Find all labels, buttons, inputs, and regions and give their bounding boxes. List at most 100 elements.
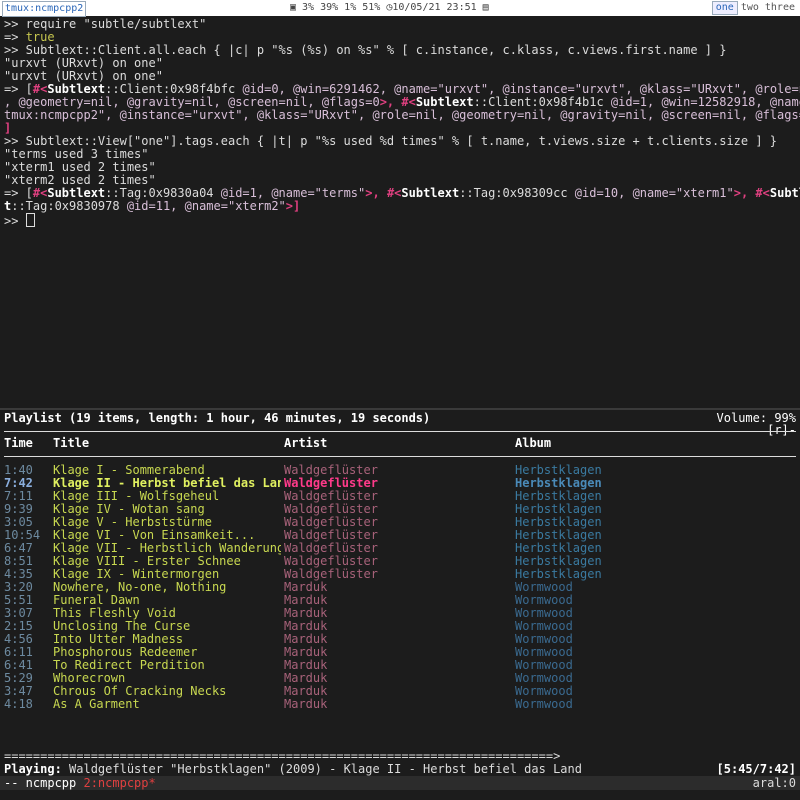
playlist-row[interactable]: 2:15 Unclosing The Curse Marduk Wormwood [0, 620, 800, 633]
playlist-row[interactable]: 9:39 Klage IV - Wotan sang Waldgeflüster He… [0, 503, 800, 516]
playlist-row[interactable]: 10:54 Klage VI - Von Einsamkeit... Waldgef… [0, 529, 800, 542]
track-artist: Waldgeflüster [284, 516, 378, 529]
track-artist: Waldgeflüster [284, 503, 378, 516]
view-one[interactable]: one [711, 1, 738, 15]
track-title: Klage VI - Von Einsamkeit... [53, 529, 256, 542]
track-title: Klage II - Herbst befiel das Lan [53, 477, 281, 490]
track-time: 3:05 [4, 516, 33, 529]
column-header-title[interactable]: Title [53, 437, 89, 450]
terminal-line: "urxvt (URxvt) on one" [4, 69, 163, 83]
playlist-row[interactable]: 8:51 Klage VIII - Erster Schnee Waldgeflüs… [0, 555, 800, 568]
terminal-token: #< [401, 95, 416, 109]
playlist-row[interactable]: 6:11 Phosphorous Redeemer Marduk Wormwood [0, 646, 800, 659]
terminal-token: >, [733, 186, 756, 200]
now-playing-text: Waldgeflüster "Herbstklagen" (2009) - Kl… [69, 762, 582, 776]
track-album: Wormwood [515, 698, 573, 711]
tmux-window-2[interactable]: 2:ncmpcpp* [83, 776, 155, 790]
playlist-row-playing[interactable]: 7:42 Klage II - Herbst befiel das Lan Wald… [0, 477, 800, 490]
column-header-album[interactable]: Album [515, 437, 551, 450]
track-time: 3:47 [4, 685, 33, 698]
terminal-value: true [25, 30, 55, 44]
playlist-row[interactable]: 5:51 Funeral Dawn Marduk Wormwood [0, 594, 800, 607]
track-artist: Waldgeflüster [284, 529, 378, 542]
playlist-row[interactable]: 3:05 Klage V - Herbststürme Waldgeflüster H… [0, 516, 800, 529]
terminal-token: @id=1, @win=12582918, @name=" [610, 95, 800, 109]
terminal-token: #< [32, 82, 48, 96]
track-album: Wormwood [515, 659, 573, 672]
track-album: Herbstklagen [515, 464, 602, 477]
playlist-row[interactable]: 4:35 Klage IX - Wintermorgen Waldgeflüster… [0, 568, 800, 581]
column-header-artist[interactable]: Artist [284, 437, 327, 450]
track-artist: Marduk [284, 633, 328, 646]
track-album: Herbstklagen [515, 555, 602, 568]
track-title: Klage V - Herbststürme [53, 516, 212, 529]
track-artist: Marduk [284, 685, 328, 698]
terminal-token: Subtlext [415, 95, 474, 109]
playlist-row[interactable]: 3:20 Nowhere, No-one, Nothing Marduk Wormwo… [0, 581, 800, 594]
track-time: 4:56 [4, 633, 33, 646]
track-title: Phosphorous Redeemer [53, 646, 198, 659]
terminal-token: >, [365, 186, 387, 200]
tmux-window-1[interactable]: -- ncmpcpp [4, 776, 76, 790]
track-artist: Marduk [284, 594, 328, 607]
track-title: Nowhere, No-one, Nothing [53, 581, 227, 594]
columns-separator [4, 456, 796, 457]
terminal-token: ::Client:0x98f4b1c [473, 95, 611, 109]
ncmpcpp-pane[interactable]: Playlist (19 items, length: 1 hour, 46 m… [0, 410, 800, 800]
track-title: Klage VIII - Erster Schnee [53, 555, 241, 568]
track-artist: Marduk [284, 659, 328, 672]
playlist-row[interactable]: 4:18 As A Garment Marduk Wormwood [0, 698, 800, 711]
track-artist: Marduk [284, 581, 328, 594]
playlist-row[interactable]: 4:56 Into Utter Madness Marduk Wormwood [0, 633, 800, 646]
view-three[interactable]: three [762, 0, 798, 16]
playlist-row[interactable]: 3:07 This Fleshly Void Marduk Wormwood [0, 607, 800, 620]
terminal-token: #< [755, 186, 770, 200]
track-album: Herbstklagen [515, 503, 602, 516]
track-album: Herbstklagen [515, 529, 602, 542]
terminal-token: Subtlext [47, 186, 106, 200]
track-album: Herbstklagen [515, 516, 602, 529]
tmux-windows: -- ncmpcpp 2:ncmpcpp* [4, 776, 156, 790]
track-album: Wormwood [515, 685, 573, 698]
track-artist: Marduk [284, 672, 328, 685]
playlist-row[interactable]: 6:41 To Redirect Perdition Marduk Wormwood [0, 659, 800, 672]
track-album: Wormwood [515, 620, 573, 633]
header-separator [4, 431, 796, 432]
track-time: 5:29 [4, 672, 33, 685]
view-two[interactable]: two [738, 0, 762, 16]
playlist-row[interactable]: 5:29 Whorecrown Marduk Wormwood [0, 672, 800, 685]
track-album: Herbstklagen [515, 568, 602, 581]
terminal-token: #< [32, 186, 48, 200]
playlist-row[interactable]: 6:47 Klage VII - Herbstlich Wanderung Wald… [0, 542, 800, 555]
playlist-row[interactable]: 3:47 Chrous Of Cracking Necks Marduk Wormwo… [0, 685, 800, 698]
track-title: As A Garment [53, 698, 140, 711]
terminal-token: #< [386, 186, 402, 200]
terminal-token: Subtlext [47, 82, 106, 96]
track-artist: Waldgeflüster [284, 490, 378, 503]
track-artist: Marduk [284, 607, 328, 620]
track-time: 2:15 [4, 620, 33, 633]
track-album: Wormwood [515, 672, 573, 685]
track-time: 5:51 [4, 594, 33, 607]
terminal-line: "urxvt (URxvt) on one" [4, 56, 163, 70]
track-time: 1:40 [4, 464, 33, 477]
terminal-line: tmux:ncmpcpp2", @instance="urxvt", @klas… [4, 108, 800, 122]
track-title: Klage IV - Wotan sang [53, 503, 205, 516]
playlist-row[interactable]: 7:11 Klage III - Wolfsgeheul Waldgeflüster… [0, 490, 800, 503]
column-header-time[interactable]: Time [4, 437, 33, 450]
track-title: Chrous Of Cracking Necks [53, 685, 227, 698]
terminal-line: , @geometry=nil, @gravity=nil, @screen=n… [4, 95, 380, 109]
system-stats: ▣ 3% 39% 1% 51% ◷10/05/21 23:51 ▤ [290, 2, 489, 13]
track-time: 6:11 [4, 646, 33, 659]
track-title: Unclosing The Curse [53, 620, 191, 633]
window-title[interactable]: tmux:ncmpcpp2 [2, 1, 87, 17]
irb-terminal[interactable]: >> require "subtle/subtlext" => true >> … [0, 17, 800, 408]
playlist-row[interactable]: 1:40 Klage I - Sommerabend Waldgeflüster He… [0, 464, 800, 477]
terminal-line: ] [4, 121, 12, 135]
track-album: Wormwood [515, 607, 573, 620]
terminal-token: @id=0, @win=6291462, @name="urxvt", @ins… [242, 82, 800, 96]
track-time: 9:39 [4, 503, 33, 516]
terminal-token: ::Tag:0x9830978 [11, 199, 127, 213]
terminal-line: >> Subtlext::View["one"].tags.each { |t|… [4, 134, 778, 148]
terminal-line: => [ [4, 186, 33, 200]
